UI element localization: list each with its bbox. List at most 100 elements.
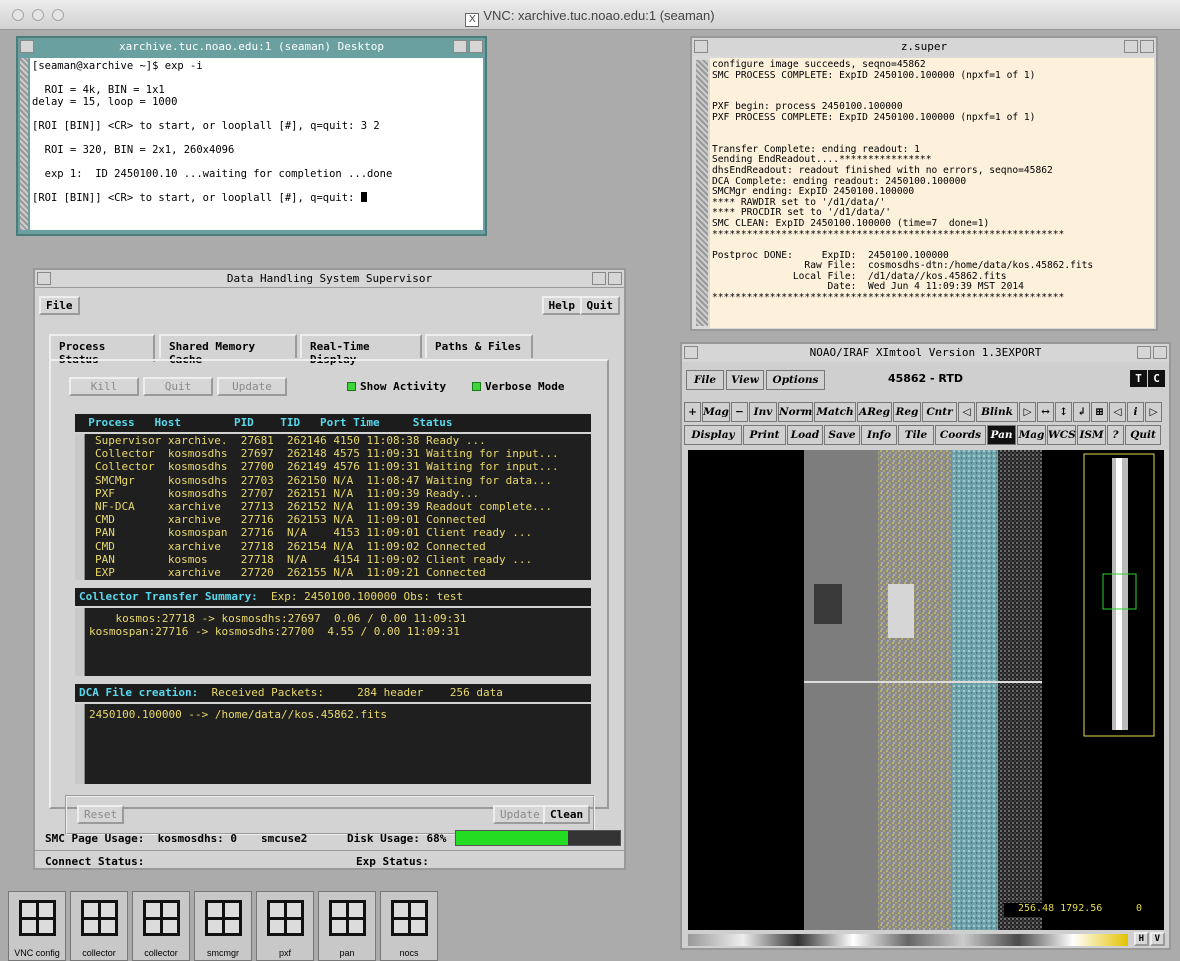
desktop-icon-collector[interactable]: collector (70, 891, 128, 961)
update-summary-button[interactable]: Update (493, 805, 547, 824)
row2-button-5[interactable]: Tile (898, 425, 934, 445)
desktop-terminal-titlebar[interactable]: xarchive.tuc.noao.edu:1 (seaman) Desktop (18, 38, 485, 56)
row1-button-13[interactable]: ↕ (1055, 402, 1072, 422)
row1-button-2[interactable]: − (731, 402, 748, 422)
process-table: Supervisor xarchive. 27681 262146 4150 1… (75, 434, 591, 580)
zsuper-title: z.super (900, 40, 948, 53)
minimize-button[interactable] (592, 272, 606, 285)
row1-button-5[interactable]: Match (814, 402, 856, 422)
row1-button-17[interactable]: i (1127, 402, 1144, 422)
quit-button[interactable]: Quit (579, 296, 620, 315)
tab-process-status[interactable]: Process Status (49, 334, 155, 366)
terminal-line: exp 1: ID 2450100.10 ...waiting for comp… (32, 168, 393, 180)
process-row: EXP xarchive 27720 262155 N/A 11:09:21 C… (95, 566, 486, 580)
tab-shared-memory-cache[interactable]: Shared Memory Cache (159, 334, 297, 366)
row2-button-0[interactable]: Display (684, 425, 742, 445)
row2-button-11[interactable]: ? (1107, 425, 1124, 445)
show-activity-checkbox[interactable]: Show Activity (347, 380, 446, 393)
row1-button-9[interactable]: ◁ (958, 402, 975, 422)
terminal-line: delay = 15, loop = 1000 (32, 96, 178, 108)
help-button[interactable]: Help (541, 296, 582, 315)
tab-real-time-display[interactable]: Real-Time Display (300, 334, 422, 366)
desktop-icon-pan[interactable]: pan (318, 891, 376, 961)
zsuper-output[interactable]: configure image succeeds, seqno=45862 SMC… (710, 58, 1154, 328)
row1-button-8[interactable]: Cntr (922, 402, 957, 422)
window-menu-button[interactable] (694, 40, 708, 53)
row2-button-3[interactable]: Save (824, 425, 860, 445)
minimize-button[interactable] (453, 40, 467, 53)
maximize-button[interactable] (1153, 346, 1167, 359)
dca-scrollbar[interactable] (75, 704, 85, 784)
window-icon (81, 900, 118, 936)
desktop-terminal-output[interactable]: [seaman@xarchive ~]$ exp -i ROI = 4k, BI… (30, 58, 483, 230)
colorbar[interactable] (688, 934, 1128, 946)
terminal-scrollbar[interactable] (20, 58, 28, 230)
vertical-button[interactable]: V (1149, 932, 1165, 946)
row1-button-4[interactable]: Norm (778, 402, 813, 422)
maximize-button[interactable] (1140, 40, 1154, 53)
window-menu-button[interactable] (684, 346, 698, 359)
row2-button-7[interactable]: Pan (987, 425, 1016, 445)
verbose-mode-checkbox[interactable]: Verbose Mode (472, 380, 564, 393)
window-menu-button[interactable] (20, 40, 34, 53)
process-scrollbar[interactable] (75, 434, 85, 580)
collector-scrollbar[interactable] (75, 608, 85, 676)
control-panel-icon[interactable]: C (1148, 370, 1165, 387)
row2-button-8[interactable]: Mag (1017, 425, 1046, 445)
row1-button-12[interactable]: ↔ (1037, 402, 1054, 422)
row2-button-9[interactable]: WCS (1047, 425, 1076, 445)
ximtool-titlebar[interactable]: NOAO/IRAF XImtool Version 1.3EXPORT (682, 344, 1169, 362)
row1-button-15[interactable]: ⊞ (1091, 402, 1108, 422)
zsuper-titlebar[interactable]: z.super (692, 38, 1156, 56)
desktop-icon-collector[interactable]: collector (132, 891, 190, 961)
zsuper-scrollbar[interactable] (696, 60, 708, 326)
quit-process-button[interactable]: Quit (143, 377, 213, 396)
row2-button-4[interactable]: Info (861, 425, 897, 445)
maximize-button[interactable] (469, 40, 483, 53)
window-icon (19, 900, 56, 936)
row1-button-6[interactable]: AReg (857, 402, 892, 422)
dhs-titlebar[interactable]: Data Handling System Supervisor (35, 270, 624, 288)
process-row: Supervisor xarchive. 27681 262146 4150 1… (95, 434, 486, 447)
desktop-icon-pxf[interactable]: pxf (256, 891, 314, 961)
window-menu-button[interactable] (37, 272, 51, 285)
row2-button-1[interactable]: Print (743, 425, 786, 445)
icon-label: collector (82, 948, 116, 958)
row1-button-0[interactable]: + (684, 402, 701, 422)
row1-button-1[interactable]: Mag (702, 402, 730, 422)
kill-button[interactable]: Kill (69, 377, 139, 396)
tile-mode-icon[interactable]: T (1130, 370, 1147, 387)
desktop-icon-nocs[interactable]: nocs (380, 891, 438, 961)
reset-button[interactable]: Reset (77, 805, 125, 824)
row1-button-11[interactable]: ▷ (1019, 402, 1036, 422)
update-button[interactable]: Update (217, 377, 287, 396)
image-display-canvas[interactable]: 256.48 1792.56 0 (688, 450, 1164, 930)
desktop-icon-vnc-config[interactable]: VNC config (8, 891, 66, 961)
row2-button-2[interactable]: Load (787, 425, 823, 445)
row1-button-18[interactable]: ▷ (1145, 402, 1162, 422)
connect-status: Connect Status: (45, 855, 145, 868)
row2-button-6[interactable]: Coords (935, 425, 986, 445)
minimize-button[interactable] (1124, 40, 1138, 53)
desktop-icon-smcmgr[interactable]: smcmgr (194, 891, 252, 961)
clean-button[interactable]: Clean (543, 805, 591, 824)
maximize-button[interactable] (608, 272, 622, 285)
row1-button-14[interactable]: ↲ (1073, 402, 1090, 422)
dhs-title: Data Handling System Supervisor (226, 272, 433, 285)
tab-paths-files[interactable]: Paths & Files (425, 334, 533, 358)
row1-button-7[interactable]: Reg (893, 402, 921, 422)
row2-button-10[interactable]: ISM (1077, 425, 1106, 445)
row1-button-3[interactable]: Inv (749, 402, 777, 422)
ximtool-title: NOAO/IRAF XImtool Version 1.3EXPORT (809, 346, 1042, 359)
file-menu-button[interactable]: File (39, 296, 80, 315)
row1-button-10[interactable]: Blink (976, 402, 1018, 422)
horizontal-button[interactable]: H (1133, 932, 1149, 946)
row1-button-16[interactable]: ◁ (1109, 402, 1126, 422)
row2-button-12[interactable]: Quit (1125, 425, 1161, 445)
collector-transfer-list: kosmos:27718 -> kosmosdhs:27697 0.06 / 0… (89, 612, 587, 638)
process-row: PXF kosmosdhs 27707 262151 N/A 11:09:39 … (95, 486, 480, 500)
minimize-button[interactable] (1137, 346, 1151, 359)
